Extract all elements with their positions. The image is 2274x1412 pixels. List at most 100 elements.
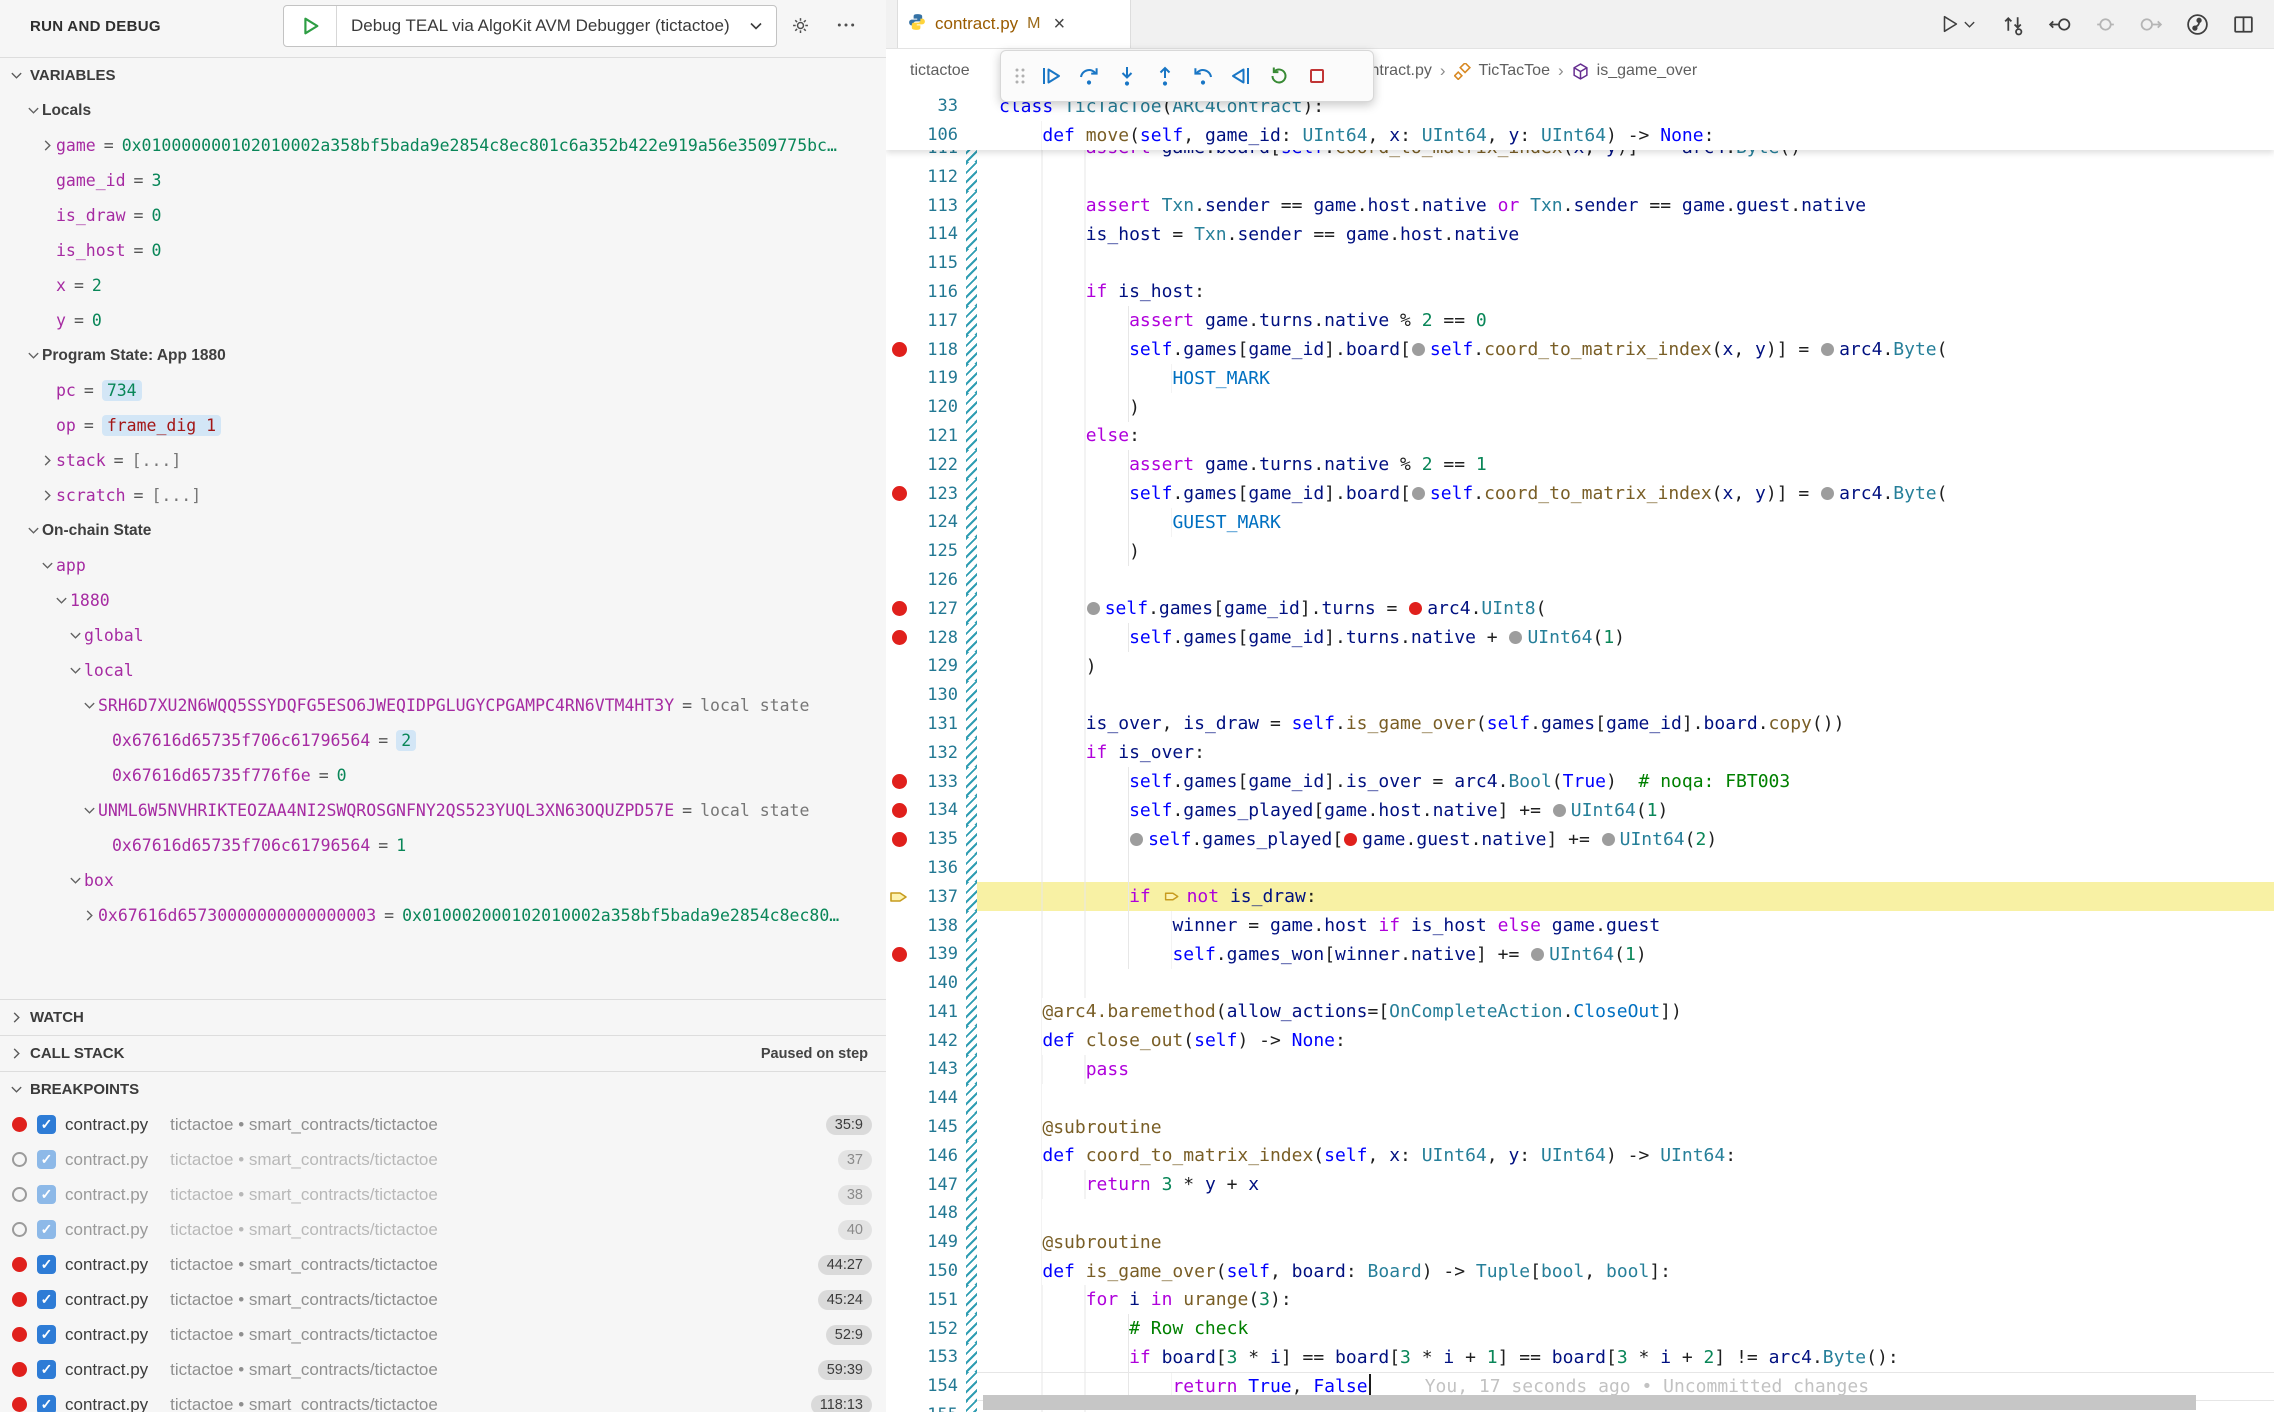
code-line-body[interactable]: @arc4.baremethod(allow_actions=[OnComple… — [977, 998, 2274, 1027]
code-line-body[interactable]: winner = game.host if is_host else game.… — [977, 911, 2274, 940]
variable-row[interactable]: op=frame_dig 1 — [0, 408, 886, 443]
debug-config-dropdown[interactable]: Debug TEAL via AlgoKit AVM Debugger (tic… — [283, 5, 777, 47]
breakpoint-dot-icon[interactable] — [892, 947, 907, 962]
split-editor-icon[interactable] — [2228, 9, 2258, 39]
breakpoints-section-header[interactable]: BREAKPOINTS — [0, 1071, 886, 1107]
code-editor[interactable]: 33class TicTacToe(ARC4Contract):106def m… — [886, 92, 2274, 1412]
variables-group-row[interactable]: Locals — [0, 93, 886, 128]
variables-group-row[interactable]: On-chain State — [0, 513, 886, 548]
code-line[interactable]: 130 — [886, 681, 2274, 710]
code-line[interactable]: 149@subroutine — [886, 1228, 2274, 1257]
previous-change-icon[interactable] — [2044, 9, 2074, 39]
breakpoint-dot-icon[interactable] — [892, 486, 907, 501]
code-line[interactable]: 116if is_host: — [886, 278, 2274, 307]
breakpoint-checkbox[interactable]: ✓ — [37, 1115, 56, 1134]
code-line[interactable]: 119HOST_MARK — [886, 364, 2274, 393]
variable-row[interactable]: SRH6D7XU2N6WQQ5SSYDQFG5ESO6JWEQIDPGLUGYC… — [0, 688, 886, 723]
code-line-body[interactable]: def coord_to_matrix_index(self, x: UInt6… — [977, 1141, 2274, 1170]
code-line[interactable]: 112 — [886, 162, 2274, 191]
breakpoint-gutter[interactable] — [886, 947, 912, 962]
code-line[interactable]: 152# Row check — [886, 1314, 2274, 1343]
code-line-body[interactable] — [977, 162, 2274, 191]
call-stack-section-header[interactable]: CALL STACK Paused on step — [0, 1035, 886, 1071]
variable-row[interactable]: y=0 — [0, 303, 886, 338]
inline-breakpoint-gray-icon[interactable] — [1087, 602, 1100, 615]
code-line-body[interactable]: assert Txn.sender == game.host.native or… — [977, 191, 2274, 220]
close-tab-icon[interactable]: × — [1053, 14, 1065, 34]
variable-row[interactable]: app — [0, 548, 886, 583]
code-line-body[interactable] — [977, 566, 2274, 595]
code-line[interactable]: 114is_host = Txn.sender == game.host.nat… — [886, 220, 2274, 249]
code-line[interactable]: 123self.games[game_id].board[self.coord_… — [886, 479, 2274, 508]
breakpoint-row[interactable]: ✓contract.pytictactoe • smart_contracts/… — [0, 1142, 886, 1177]
inline-breakpoint-gray-icon[interactable] — [1531, 948, 1544, 961]
code-line-body[interactable]: if not is_draw: — [977, 882, 2274, 911]
inline-breakpoint-gray-icon[interactable] — [1821, 487, 1834, 500]
breakpoint-gutter[interactable] — [886, 832, 912, 847]
code-line-body[interactable] — [977, 681, 2274, 710]
code-line-body[interactable]: assert game.turns.native % 2 == 0 — [977, 306, 2274, 335]
inline-breakpoint-gray-icon[interactable] — [1553, 804, 1566, 817]
breakpoint-checkbox[interactable]: ✓ — [37, 1360, 56, 1379]
start-debug-button[interactable] — [284, 6, 337, 46]
breakpoint-dot-icon[interactable] — [892, 774, 907, 789]
code-line[interactable]: 146def coord_to_matrix_index(self, x: UI… — [886, 1141, 2274, 1170]
code-line-body[interactable]: @subroutine — [977, 1113, 2274, 1142]
code-line-body[interactable]: if is_over: — [977, 738, 2274, 767]
variable-row[interactable]: game_id=3 — [0, 163, 886, 198]
breakpoint-checkbox[interactable]: ✓ — [37, 1150, 56, 1169]
breakpoint-gutter[interactable] — [886, 630, 912, 645]
code-line-body[interactable]: else: — [977, 422, 2274, 451]
variables-section-header[interactable]: VARIABLES — [0, 57, 886, 93]
code-line-body[interactable]: HOST_MARK — [977, 364, 2274, 393]
code-line[interactable]: 138winner = game.host if is_host else ga… — [886, 911, 2274, 940]
code-line-body[interactable]: self.games[game_id].board[self.coord_to_… — [977, 335, 2274, 364]
breakpoint-checkbox[interactable]: ✓ — [37, 1220, 56, 1239]
variable-row[interactable]: 1880 — [0, 583, 886, 618]
code-line-body[interactable] — [977, 1084, 2274, 1113]
breakpoint-checkbox[interactable]: ✓ — [37, 1290, 56, 1309]
breakpoint-row[interactable]: ✓contract.pytictactoe • smart_contracts/… — [0, 1212, 886, 1247]
inline-breakpoint-gray-icon[interactable] — [1412, 487, 1425, 500]
code-line[interactable]: 118self.games[game_id].board[self.coord_… — [886, 335, 2274, 364]
breakpoint-row[interactable]: ✓contract.pytictactoe • smart_contracts/… — [0, 1247, 886, 1282]
step-out-button[interactable] — [1146, 56, 1184, 96]
code-line[interactable]: 136 — [886, 854, 2274, 883]
variable-row[interactable]: pc=734 — [0, 373, 886, 408]
step-back-button[interactable] — [1184, 56, 1222, 96]
toolbar-drag-handle[interactable] — [1008, 56, 1032, 96]
code-line-body[interactable]: @subroutine — [977, 1228, 2274, 1257]
breakpoint-gutter[interactable] — [886, 342, 912, 357]
inline-breakpoint-gray-icon[interactable] — [1821, 343, 1834, 356]
code-line[interactable]: 153if board[3 * i] == board[3 * i + 1] =… — [886, 1343, 2274, 1372]
breadcrumb-symbol[interactable]: is_game_over — [1597, 62, 1698, 80]
code-line[interactable]: 115 — [886, 249, 2274, 278]
variable-row[interactable]: UNML6W5NVHRIKTEOZAA4NI2SWQROSGNFNY2QS523… — [0, 793, 886, 828]
variable-row[interactable]: local — [0, 653, 886, 688]
code-line-body[interactable]: self.games[game_id].is_over = arc4.Bool(… — [977, 767, 2274, 796]
settings-gear-icon[interactable] — [784, 10, 816, 40]
code-line[interactable]: 129) — [886, 652, 2274, 681]
code-line[interactable]: 125) — [886, 537, 2274, 566]
inline-breakpoint-gray-icon[interactable] — [1509, 631, 1522, 644]
breakpoint-row[interactable]: ✓contract.pytictactoe • smart_contracts/… — [0, 1317, 886, 1352]
code-line[interactable]: 135self.games_played[game.guest.native] … — [886, 825, 2274, 854]
code-line-body[interactable]: def is_game_over(self, board: Board) -> … — [977, 1257, 2274, 1286]
code-line[interactable]: 147return 3 * y + x — [886, 1170, 2274, 1199]
watch-section-header[interactable]: WATCH — [0, 999, 886, 1035]
code-line-body[interactable]: pass — [977, 1055, 2274, 1084]
breakpoint-checkbox[interactable]: ✓ — [37, 1185, 56, 1204]
code-line[interactable]: 133self.games[game_id].is_over = arc4.Bo… — [886, 767, 2274, 796]
code-line[interactable]: 124GUEST_MARK — [886, 508, 2274, 537]
breakpoint-gutter[interactable] — [886, 486, 912, 501]
code-line-body[interactable]: if is_host: — [977, 278, 2274, 307]
breakpoint-row[interactable]: ✓contract.pytictactoe • smart_contracts/… — [0, 1352, 886, 1387]
open-changes-icon[interactable] — [1998, 9, 2028, 39]
code-line-body[interactable]: GUEST_MARK — [977, 508, 2274, 537]
breakpoint-row[interactable]: ✓contract.pytictactoe • smart_contracts/… — [0, 1177, 886, 1212]
code-line[interactable]: 142def close_out(self) -> None: — [886, 1026, 2274, 1055]
inline-breakpoint-gray-icon[interactable] — [1412, 343, 1425, 356]
code-line[interactable]: 128self.games[game_id].turns.native + UI… — [886, 623, 2274, 652]
inline-breakpoint-gray-icon[interactable] — [1602, 833, 1615, 846]
variable-row[interactable]: game=0x010000000102010002a358bf5bada9e28… — [0, 128, 886, 163]
